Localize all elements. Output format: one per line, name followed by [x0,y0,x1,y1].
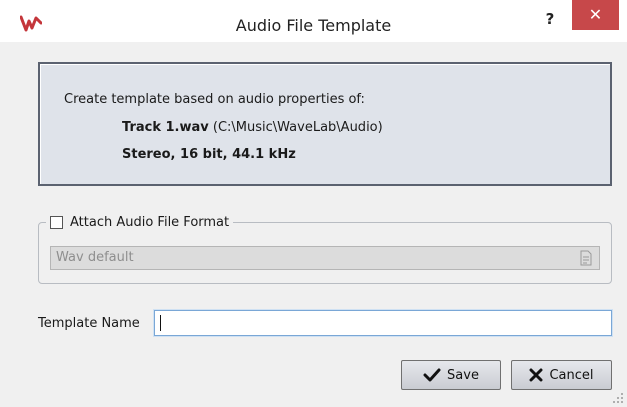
attach-format-toggle[interactable]: Attach Audio File Format [46,212,234,232]
cancel-button[interactable]: Cancel [511,360,612,390]
help-button[interactable]: ? [540,8,560,30]
source-file-path: (C:\Music\WaveLab\Audio) [208,120,383,135]
cancel-label: Cancel [549,367,594,383]
attach-format-label: Attach Audio File Format [70,214,230,230]
save-button[interactable]: Save [401,360,501,390]
attach-format-checkbox[interactable] [50,215,63,229]
close-button[interactable]: ✕ [572,0,619,30]
template-name-input[interactable] [154,310,612,336]
source-file-name: Track 1.wav [122,120,209,135]
audio-format-field: Wav default [50,246,600,270]
x-icon [529,368,543,382]
audio-format-value: Wav default [56,250,134,265]
dialog-title: Audio File Template [235,16,392,35]
audio-properties-panel: Create template based on audio propertie… [38,62,612,186]
template-name-label: Template Name [38,316,140,331]
preset-document-icon [580,250,592,266]
text-caret [160,315,161,331]
audio-file-template-dialog: Audio File Template ? ✕ Create template … [0,0,627,407]
properties-intro-text: Create template based on audio propertie… [64,92,365,107]
resize-grip-icon[interactable] [612,392,624,404]
close-icon: ✕ [588,5,603,24]
checkmark-icon [423,368,441,382]
title-bar: Audio File Template ? ✕ [0,0,627,42]
audio-properties-text: Stereo, 16 bit, 44.1 kHz [122,147,296,162]
save-label: Save [447,367,479,383]
source-file-line: Track 1.wav (C:\Music\WaveLab\Audio) [122,120,383,135]
